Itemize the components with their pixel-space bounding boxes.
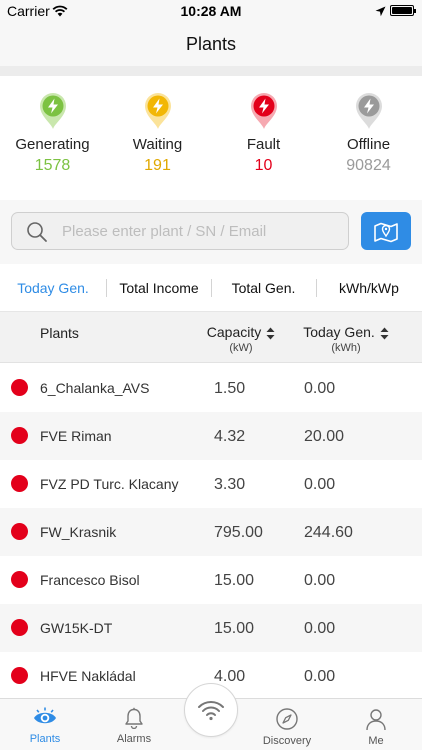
plant-capacity: 3.30 (214, 476, 246, 493)
plant-today-gen: 0.00 (304, 572, 336, 589)
status-dot (11, 379, 28, 396)
plant-name: HFVE Nakládal (40, 668, 136, 684)
battery-icon (390, 5, 416, 16)
plant-today-gen: 0.00 (304, 668, 336, 685)
plant-capacity: 4.32 (214, 428, 246, 445)
sort-icon (380, 327, 389, 340)
stat-label: Waiting (132, 136, 183, 153)
tab-today-gen[interactable]: Today Gen. (0, 264, 106, 312)
bell-icon (125, 707, 143, 729)
column-header-label: Capacity (206, 324, 262, 340)
metric-tabs: Today Gen. Total Income Total Gen. kWh/k… (0, 264, 422, 312)
status-bar: Carrier 10:28 AM (0, 0, 422, 22)
user-icon (366, 709, 386, 731)
plant-capacity: 15.00 (214, 620, 255, 637)
status-dot (11, 571, 28, 588)
column-header-plants: Plants (40, 325, 79, 341)
plant-today-gen: 244.60 (304, 524, 353, 541)
map-view-button[interactable] (361, 212, 411, 250)
tabbar-label: Me (368, 735, 384, 747)
column-header-label: Today Gen. (303, 324, 375, 340)
table-row[interactable]: FW_Krasnik 795.00 244.60 (0, 508, 422, 556)
tab-kwh-kwp[interactable]: kWh/kWp (316, 264, 422, 312)
stat-value: 10 (254, 157, 273, 174)
table-row[interactable]: 6_Chalanka_AVS 1.50 0.00 (0, 364, 422, 412)
plants-icon (34, 707, 56, 724)
stat-label: Fault (246, 136, 281, 153)
stat-generating[interactable]: Generating 1578 (0, 90, 105, 175)
plant-today-gen: 0.00 (304, 620, 336, 637)
page-title: Plants (185, 34, 237, 54)
tabbar-plants[interactable]: Plants (3, 699, 87, 750)
tabbar-label: Alarms (116, 733, 152, 745)
plant-name: 6_Chalanka_AVS (40, 380, 150, 396)
table-row[interactable]: Francesco Bisol 15.00 0.00 (0, 556, 422, 604)
tabbar-alarms[interactable]: Alarms (92, 699, 176, 750)
wifi-config-button[interactable] (184, 683, 238, 737)
plant-status-summary: Generating 1578 Waiting 191 Fault 10 Off… (0, 76, 422, 200)
table-row[interactable]: FVE Riman 4.32 20.00 (0, 412, 422, 460)
stat-waiting[interactable]: Waiting 191 (105, 90, 210, 175)
plant-capacity: 795.00 (214, 524, 263, 541)
nav-bar: Plants (0, 22, 422, 66)
plant-name: FVZ PD Turc. Klacany (40, 476, 179, 492)
tabbar-label: Discovery (262, 735, 312, 747)
tab-total-income[interactable]: Total Income (106, 264, 212, 312)
tabbar-label: Plants (29, 733, 61, 745)
plant-name: FVE Riman (40, 428, 112, 444)
plant-today-gen: 0.00 (304, 476, 336, 493)
tab-total-gen[interactable]: Total Gen. (211, 264, 316, 312)
stat-label: Generating (15, 136, 90, 153)
search-input[interactable] (62, 213, 342, 249)
lightning-pin-icon (355, 93, 382, 129)
plant-today-gen: 0.00 (304, 380, 336, 397)
tabbar-discovery[interactable]: Discovery (245, 699, 329, 750)
stat-offline[interactable]: Offline 90824 (316, 90, 421, 175)
tabbar-me[interactable]: Me (334, 699, 418, 750)
status-dot (11, 619, 28, 636)
location-arrow-icon (375, 4, 386, 20)
divider (0, 66, 422, 76)
sort-icon (266, 327, 275, 340)
plant-list: 6_Chalanka_AVS 1.50 0.00 FVE Riman 4.32 … (0, 364, 422, 700)
plant-capacity: 1.50 (214, 380, 246, 397)
table-row[interactable]: FVZ PD Turc. Klacany 3.30 0.00 (0, 460, 422, 508)
search-box[interactable] (11, 212, 349, 250)
column-header-today-gen[interactable]: Today Gen. (kWh) (296, 324, 396, 354)
table-row[interactable]: GW15K-DT 15.00 0.00 (0, 604, 422, 652)
lightning-pin-icon (144, 93, 171, 129)
plant-name: Francesco Bisol (40, 572, 140, 588)
plant-today-gen: 20.00 (304, 428, 345, 445)
status-dot (11, 523, 28, 540)
lightning-pin-icon (39, 93, 66, 129)
column-header-unit: (kWh) (331, 342, 361, 354)
stat-value: 191 (144, 157, 171, 174)
clock: 10:28 AM (180, 3, 242, 19)
table-header: Plants Capacity (kW) Today Gen. (kWh) (0, 312, 422, 363)
plant-capacity: 15.00 (214, 572, 255, 589)
wifi-icon (198, 701, 224, 721)
stat-label: Offline (346, 136, 391, 153)
stat-fault[interactable]: Fault 10 (211, 90, 316, 175)
column-header-unit: (kW) (229, 342, 253, 354)
map-icon (374, 222, 398, 243)
plant-name: GW15K-DT (40, 620, 113, 636)
search-icon (27, 222, 47, 242)
stat-value: 1578 (34, 157, 71, 174)
column-header-capacity[interactable]: Capacity (kW) (196, 324, 286, 354)
plant-name: FW_Krasnik (40, 524, 117, 540)
compass-icon (276, 708, 298, 730)
lightning-pin-icon (250, 93, 277, 129)
status-dot (11, 475, 28, 492)
search-bar-area (0, 200, 422, 264)
status-dot (11, 427, 28, 444)
stat-value: 90824 (346, 157, 391, 174)
status-dot (11, 667, 28, 684)
